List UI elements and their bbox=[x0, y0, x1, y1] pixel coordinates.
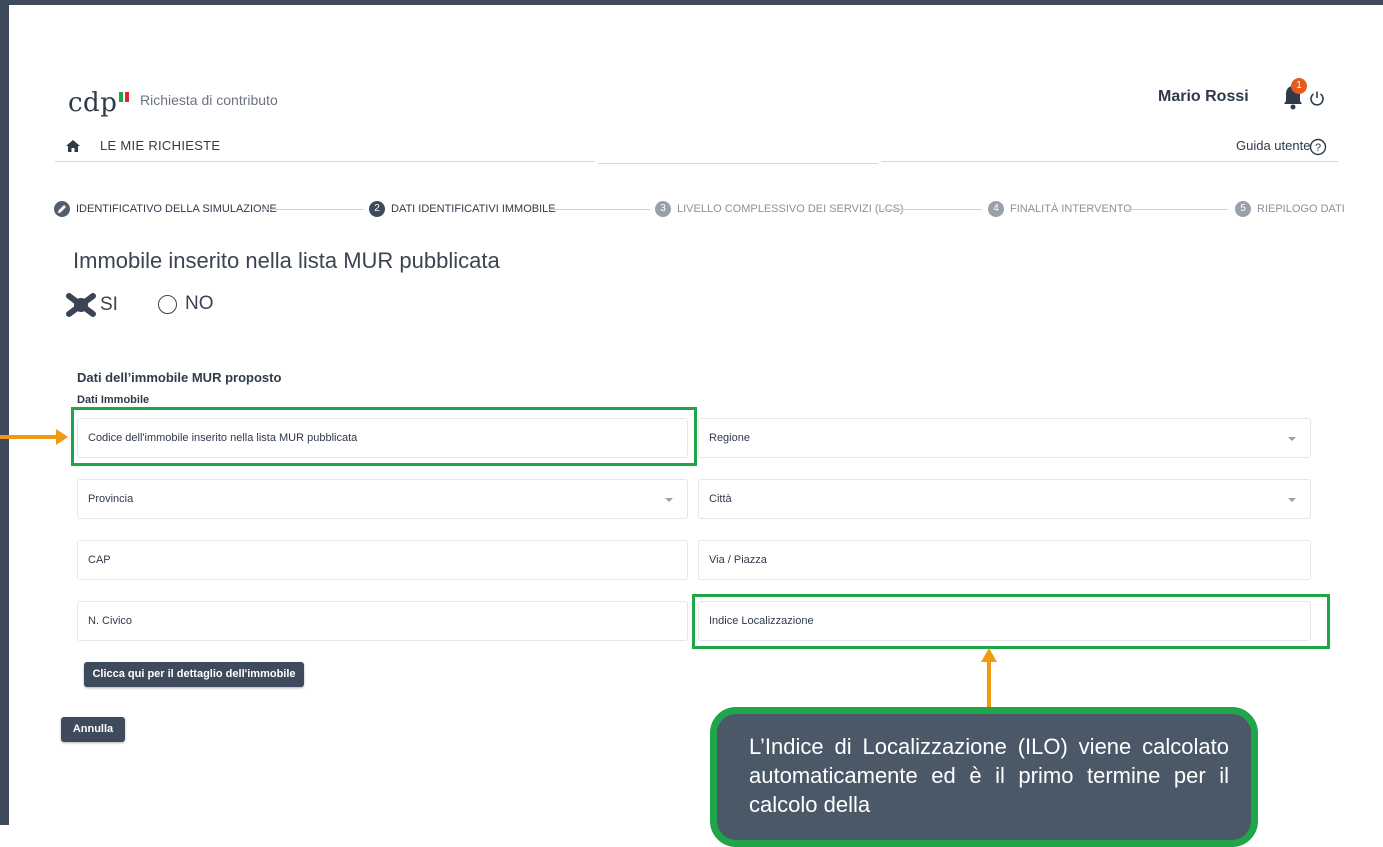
user-guide-link[interactable]: Guida utente bbox=[1236, 138, 1310, 153]
step-label: IDENTIFICATIVO DELLA SIMULAZIONE bbox=[76, 203, 277, 215]
radio-no-label: NO bbox=[185, 293, 214, 314]
nav-divider bbox=[598, 163, 878, 164]
field-placeholder: CAP bbox=[88, 554, 111, 566]
user-name[interactable]: Mario Rossi bbox=[1158, 88, 1249, 106]
regione-select[interactable]: Regione bbox=[698, 418, 1311, 458]
field-placeholder: Via / Piazza bbox=[709, 554, 767, 566]
power-icon[interactable] bbox=[1309, 90, 1325, 106]
window-top-border bbox=[0, 0, 1383, 5]
step-riepilogo[interactable]: 5 RIEPILOGO DATI bbox=[1235, 201, 1345, 217]
property-detail-button[interactable]: Clicca qui per il dettaglio dell'immobil… bbox=[84, 662, 304, 687]
nav-divider bbox=[55, 161, 595, 162]
help-icon[interactable]: ? bbox=[1309, 138, 1327, 156]
cancel-button[interactable]: Annulla bbox=[61, 717, 125, 742]
logo-text: cdp bbox=[68, 88, 118, 118]
field-placeholder: N. Civico bbox=[88, 615, 133, 627]
field-placeholder: Città bbox=[709, 493, 732, 505]
selected-x-icon bbox=[66, 293, 96, 317]
page-title: Immobile inserito nella lista MUR pubbli… bbox=[73, 248, 500, 273]
step-label: FINALITÀ INTERVENTO bbox=[1010, 203, 1132, 215]
step-number: 5 bbox=[1235, 201, 1251, 217]
highlight-box-indice bbox=[692, 594, 1330, 649]
step-identificativo[interactable]: IDENTIFICATIVO DELLA SIMULAZIONE bbox=[54, 201, 277, 217]
step-label: DATI IDENTIFICATIVI IMMOBILE bbox=[391, 203, 556, 215]
step-label: LIVELLO COMPLESSIVO DEI SERVIZI (LCS) bbox=[677, 203, 904, 215]
field-placeholder: Provincia bbox=[88, 493, 134, 505]
my-requests-link[interactable]: LE MIE RICHIESTE bbox=[100, 138, 220, 153]
step-label: RIEPILOGO DATI bbox=[1257, 203, 1345, 215]
chevron-down-icon bbox=[665, 498, 673, 502]
app-name: Richiesta di contributo bbox=[140, 92, 278, 108]
svg-text:?: ? bbox=[1315, 142, 1321, 154]
provincia-select[interactable]: Provincia bbox=[77, 479, 688, 519]
radio-circle-icon bbox=[158, 294, 177, 314]
nav-divider bbox=[881, 161, 1338, 162]
notification-badge: 1 bbox=[1291, 78, 1307, 94]
pencil-icon bbox=[54, 201, 70, 217]
subsection-title: Dati Immobile bbox=[77, 394, 150, 406]
via-piazza-input[interactable]: Via / Piazza bbox=[698, 540, 1311, 580]
radio-no[interactable]: NO bbox=[158, 293, 214, 315]
radio-yes[interactable]: SI bbox=[66, 293, 118, 317]
highlight-box-codice bbox=[71, 407, 697, 466]
cap-input[interactable]: CAP bbox=[77, 540, 688, 580]
field-placeholder: Regione bbox=[709, 432, 750, 444]
step-connector bbox=[882, 209, 982, 210]
callout-text: L’Indice di Localizzazione (ILO) viene c… bbox=[749, 734, 1229, 817]
numero-civico-input[interactable]: N. Civico bbox=[77, 601, 688, 641]
arrow-head-icon bbox=[56, 429, 68, 445]
window-left-border bbox=[0, 0, 9, 825]
annotation-callout: L’Indice di Localizzazione (ILO) viene c… bbox=[710, 707, 1258, 847]
arrow-head-icon bbox=[981, 648, 997, 662]
radio-yes-label: SI bbox=[100, 294, 118, 315]
step-number: 4 bbox=[988, 201, 1004, 217]
annotation-arrow bbox=[0, 435, 58, 439]
step-connector bbox=[262, 209, 364, 210]
step-number: 3 bbox=[655, 201, 671, 217]
chevron-down-icon bbox=[1288, 437, 1296, 441]
step-number: 2 bbox=[369, 201, 385, 217]
step-dati-immobile[interactable]: 2 DATI IDENTIFICATIVI IMMOBILE bbox=[369, 201, 556, 217]
step-lcs[interactable]: 3 LIVELLO COMPLESSIVO DEI SERVIZI (LCS) bbox=[655, 201, 904, 217]
cdp-logo[interactable]: cdp bbox=[68, 80, 130, 118]
italian-flag-icon bbox=[119, 92, 130, 102]
annotation-arrow bbox=[987, 660, 991, 712]
home-icon[interactable] bbox=[65, 138, 81, 154]
chevron-down-icon bbox=[1288, 498, 1296, 502]
section-title: Dati dell’immobile MUR proposto bbox=[77, 370, 282, 385]
step-finalita[interactable]: 4 FINALITÀ INTERVENTO bbox=[988, 201, 1132, 217]
step-connector bbox=[548, 209, 650, 210]
step-connector bbox=[1126, 209, 1228, 210]
citta-select[interactable]: Città bbox=[698, 479, 1311, 519]
